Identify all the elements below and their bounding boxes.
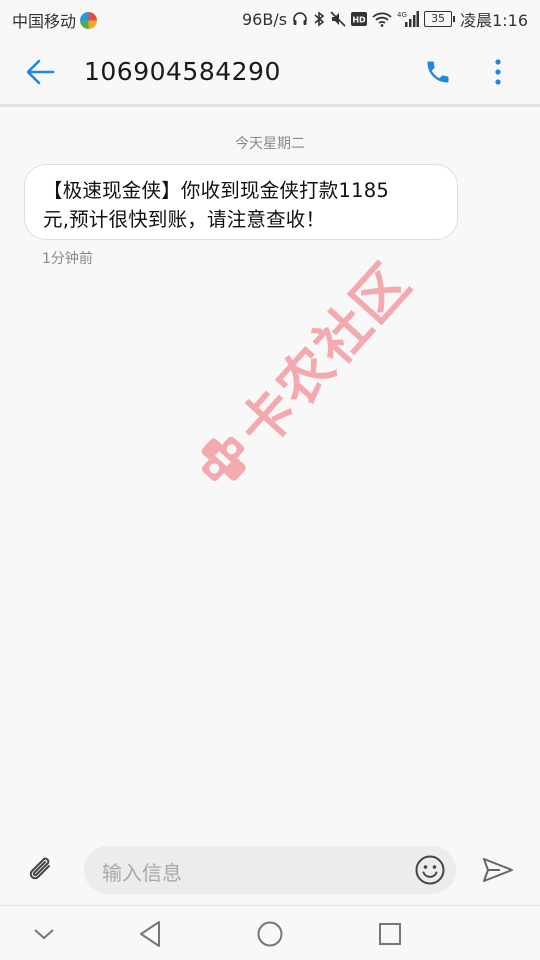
hide-nav-button[interactable] — [26, 916, 62, 952]
more-vertical-icon — [495, 59, 501, 85]
emoji-button[interactable] — [412, 852, 448, 888]
battery-icon: 35 — [424, 11, 456, 27]
back-triangle-icon — [140, 921, 160, 947]
status-left: 中国移动 — [12, 8, 98, 32]
paperclip-icon — [29, 857, 50, 880]
send-icon — [483, 858, 513, 882]
header-divider — [0, 104, 540, 107]
status-bar: 中国移动 96B/s HD 4G 35 凌晨1:16 — [0, 0, 540, 38]
bluetooth-icon — [313, 10, 325, 28]
message-timestamp: 1分钟前 — [42, 251, 93, 267]
phone-icon — [427, 61, 449, 83]
back-button[interactable] — [20, 52, 60, 92]
message-bubble[interactable]: 【极速现金侠】你收到现金侠打款1185 元,预计很快到账，请注意查收！ — [24, 164, 458, 240]
nav-home-button[interactable] — [252, 916, 288, 952]
signal-type-label: 4G — [397, 11, 407, 19]
send-button[interactable] — [478, 852, 518, 888]
watermark: 卡农社区 — [178, 242, 425, 504]
wifi-icon — [372, 10, 392, 28]
chevron-down-icon — [34, 929, 54, 940]
home-circle-icon — [257, 921, 283, 947]
carrier-name: 中国移动 — [12, 12, 77, 31]
date-separator: 今天星期二 — [235, 136, 305, 152]
message-input[interactable]: 输入信息 — [84, 846, 456, 894]
svg-text:HD: HD — [352, 16, 366, 25]
smiley-icon — [415, 855, 445, 885]
hd-icon: HD — [351, 10, 368, 28]
clock: 凌晨1:16 — [460, 11, 528, 30]
headphones-icon — [292, 10, 308, 28]
nav-recents-button[interactable] — [372, 916, 408, 952]
watermark-text: 卡农社区 — [226, 251, 424, 460]
nav-back-button[interactable] — [132, 916, 168, 952]
message-input-placeholder: 输入信息 — [102, 861, 182, 885]
more-options-button[interactable] — [478, 52, 518, 92]
carrier-logo-icon — [80, 11, 98, 29]
arrow-left-icon — [26, 59, 55, 85]
network-speed: 96B/s — [242, 9, 288, 29]
mute-icon — [330, 10, 346, 28]
recents-square-icon — [379, 923, 401, 945]
cellular-signal-icon: 4G — [397, 10, 420, 28]
attach-button[interactable] — [24, 852, 60, 888]
call-button[interactable] — [418, 52, 458, 92]
battery-level: 35 — [424, 11, 453, 27]
contact-number: 106904584290 — [84, 57, 281, 86]
system-nav-bar — [0, 906, 540, 960]
status-right: 96B/s HD 4G 35 凌晨1:16 — [242, 7, 528, 31]
conversation-header: 106904584290 — [0, 38, 540, 104]
sms-conversation-screen: 中国移动 96B/s HD 4G 35 凌晨1:16 106904584290 … — [0, 0, 540, 960]
